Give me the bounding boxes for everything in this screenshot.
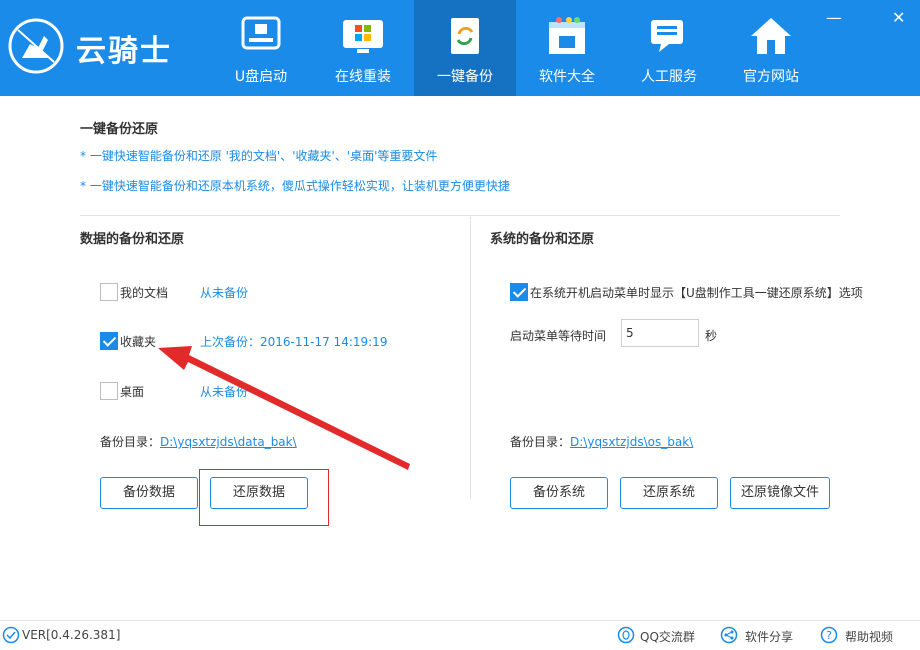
help-icon: ? xyxy=(820,626,838,644)
chat-service-icon xyxy=(651,20,683,52)
wait-time-unit: 秒 xyxy=(705,329,718,343)
svg-text:?: ? xyxy=(826,629,832,642)
page-title: 一键备份还原 xyxy=(80,122,159,137)
tab-official-site[interactable]: 官方网站 xyxy=(720,0,822,96)
boot-menu-checkbox[interactable] xyxy=(510,283,528,301)
tab-label: 在线重装 xyxy=(335,69,391,85)
divider xyxy=(80,215,840,216)
backup-data-button[interactable]: 备份数据 xyxy=(100,477,198,509)
brand-name: 云骑士 xyxy=(76,34,172,69)
system-backup-heading: 系统的备份和还原 xyxy=(490,232,595,247)
version-text: VER[0.4.26.381] xyxy=(22,628,121,642)
my-documents-status: 从未备份 xyxy=(200,286,249,300)
tab-software[interactable]: 软件大全 xyxy=(516,0,618,96)
backup-sync-icon xyxy=(451,18,479,54)
system-backup-dir: 备份目录：D:\yqsxtzjds\os_bak\ xyxy=(510,433,693,450)
column-divider xyxy=(470,217,471,499)
data-backup-dir-link[interactable]: D:\yqsxtzjds\data_bak\ xyxy=(160,435,297,449)
favorites-status: 上次备份：2016-11-17 14:19:19 xyxy=(200,335,388,349)
tip-text: * 一键快速智能备份和还原 '我的文档'、'收藏夹'、'桌面'等重要文件 xyxy=(80,149,438,163)
desktop-status: 从未备份 xyxy=(200,385,249,399)
desktop-label: 桌面 xyxy=(120,385,145,399)
backup-system-button[interactable]: 备份系统 xyxy=(510,477,608,509)
dir-label: 备份目录： xyxy=(510,435,571,449)
favorites-label: 收藏夹 xyxy=(120,335,157,349)
restore-system-button[interactable]: 还原系统 xyxy=(620,477,718,509)
home-icon xyxy=(751,18,791,54)
close-button[interactable]: ✕ xyxy=(892,8,905,27)
minimize-button[interactable]: — xyxy=(826,8,842,27)
tab-one-key-backup[interactable]: 一键备份 xyxy=(414,0,516,96)
tab-manual-service[interactable]: 人工服务 xyxy=(618,0,720,96)
knight-logo-icon xyxy=(8,18,64,74)
tab-usb-boot[interactable]: U盘启动 xyxy=(210,0,312,96)
tab-label: 官方网站 xyxy=(743,69,799,85)
data-backup-heading: 数据的备份和还原 xyxy=(80,232,185,247)
tab-label: 一键备份 xyxy=(437,69,493,85)
system-backup-dir-link[interactable]: D:\yqsxtzjds\os_bak\ xyxy=(570,435,693,449)
favorites-checkbox[interactable] xyxy=(100,332,118,350)
tab-label: U盘启动 xyxy=(234,69,288,85)
restore-image-button[interactable]: 还原镜像文件 xyxy=(730,477,830,509)
qq-group-link[interactable]: QQ交流群 xyxy=(640,628,695,645)
tip-text: * 一键快速智能备份和还原本机系统，傻瓜式操作轻松实现，让装机更方便更快捷 xyxy=(80,179,510,193)
windows-install-icon xyxy=(343,20,383,53)
usb-drive-icon xyxy=(241,16,281,50)
qq-icon xyxy=(617,626,635,644)
tab-label: 人工服务 xyxy=(641,69,697,85)
help-video-link[interactable]: 帮助视频 xyxy=(845,628,893,645)
software-box-icon xyxy=(549,17,585,54)
my-documents-label: 我的文档 xyxy=(120,286,169,300)
version-check-icon xyxy=(2,626,20,644)
share-icon xyxy=(720,626,738,644)
my-documents-checkbox[interactable] xyxy=(100,283,118,301)
dir-label: 备份目录： xyxy=(100,435,161,449)
desktop-checkbox[interactable] xyxy=(100,382,118,400)
annotation-arrow xyxy=(158,346,410,470)
annotation-highlight-box xyxy=(199,469,329,526)
status-bar: VER[0.4.26.381] QQ交流群 软件分享 ? 帮助视频 xyxy=(0,620,920,650)
brand-logo: 云骑士 xyxy=(8,18,208,74)
tab-label: 软件大全 xyxy=(539,69,595,85)
boot-menu-label: 在系统开机启动菜单时显示【U盘制作工具一键还原系统】选项 xyxy=(530,286,863,300)
main-nav: U盘启动 在线重装 一键备份 软件大全 人工服务 官方网站 xyxy=(210,0,822,96)
data-backup-dir: 备份目录：D:\yqsxtzjds\data_bak\ xyxy=(100,433,297,450)
app-header: 云骑士 — ✕ U盘启动 在线重装 一键备份 软件大全 人工服务 官方网站 xyxy=(0,0,920,96)
tab-online-reinstall[interactable]: 在线重装 xyxy=(312,0,414,96)
wait-time-label: 启动菜单等待时间 xyxy=(510,329,607,343)
software-share-link[interactable]: 软件分享 xyxy=(745,628,793,645)
wait-time-input[interactable] xyxy=(621,319,699,347)
